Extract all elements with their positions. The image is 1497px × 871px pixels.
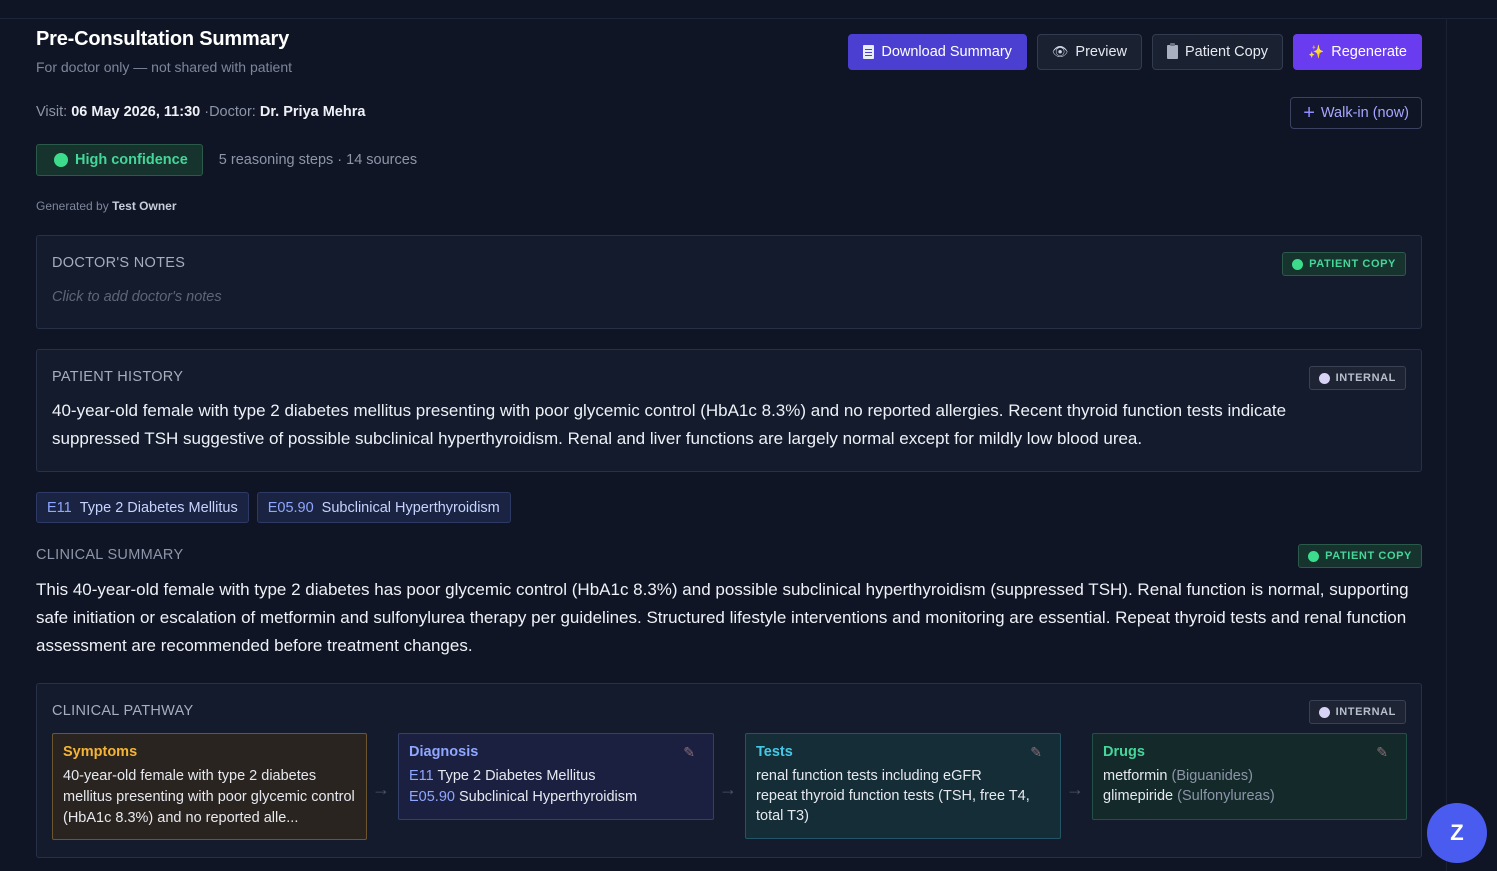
icd-name: Subclinical Hyperthyroidism <box>321 499 500 516</box>
drug-class: (Biguanides) <box>1171 768 1253 784</box>
page-title: Pre-Consultation Summary <box>36 28 290 50</box>
visit-label: Visit: <box>36 104 68 120</box>
diagnosis-code: E05.90 <box>409 789 455 805</box>
clipboard-icon <box>1167 43 1178 59</box>
test-item: renal function tests including eGFR <box>756 768 982 784</box>
patient-history-text: 40-year-old female with type 2 diabetes … <box>52 401 1287 448</box>
assistant-fab-label: Z <box>1450 820 1464 845</box>
drug-name: glimepiride <box>1103 788 1174 804</box>
assistant-fab-button[interactable]: Z <box>1427 803 1487 863</box>
generated-author: Test Owner <box>112 199 177 213</box>
preview-button[interactable]: 👁 Preview <box>1036 34 1142 70</box>
icd-name: Type 2 Diabetes Mellitus <box>79 499 238 516</box>
lavender-dot-icon <box>1318 706 1330 718</box>
pathway-drugs[interactable]: Drugs ✎ metformin (Biguanides) glimepiri… <box>1092 733 1407 820</box>
arrow-right-icon: → <box>719 779 737 799</box>
clinical-summary-heading: CLINICAL SUMMARY <box>36 547 184 563</box>
patient-history-heading: PATIENT HISTORY <box>52 369 184 385</box>
status-dot-icon <box>54 153 68 167</box>
page-subtitle: For doctor only — not shared with patien… <box>36 59 293 75</box>
header-actions: Download Summary 👁 Preview Patient Copy … <box>848 34 1422 70</box>
diagnosis-code: E11 <box>409 768 434 784</box>
icd-code: E11 <box>47 499 72 516</box>
diagnosis-code-chip[interactable]: E11 Type 2 Diabetes Mellitus <box>36 492 249 523</box>
clinical-summary-text: This 40-year-old female with type 2 diab… <box>36 580 1409 655</box>
internal-badge: INTERNAL <box>1308 366 1406 390</box>
drug-item: glimepiride (Sulfonylureas) <box>1103 786 1396 806</box>
diagnosis-codes: E11 Type 2 Diabetes Mellitus E05.90 Subc… <box>36 492 511 523</box>
doctors-notes-card[interactable]: DOCTOR'S NOTES PATIENT COPY Click to add… <box>36 235 1422 329</box>
lavender-dot-icon <box>1318 372 1330 384</box>
diagnosis-item: E05.90 Subclinical Hyperthyroidism <box>409 787 703 808</box>
edit-pencil-icon[interactable]: ✎ <box>683 744 695 761</box>
symptoms-text: 40-year-old female with type 2 diabetes … <box>63 768 355 826</box>
test-item: repeat thyroid function tests (TSH, free… <box>756 788 1030 824</box>
doctor-label: Doctor: <box>209 104 256 120</box>
page-header: Pre-Consultation Summary For doctor only… <box>36 28 1422 88</box>
diagnosis-name: Subclinical Hyperthyroidism <box>459 789 638 805</box>
walk-in-label: Walk-in (now) <box>1320 105 1409 121</box>
generated-by: Generated by Test Owner <box>36 199 177 213</box>
tests-title: Tests <box>756 744 793 760</box>
clinical-pathway-card: CLINICAL PATHWAY INTERNAL Symptoms 40-ye… <box>36 683 1422 858</box>
internal-badge: INTERNAL <box>1308 700 1406 724</box>
download-summary-label: Download Summary <box>881 44 1012 60</box>
diagnosis-item: E11 Type 2 Diabetes Mellitus <box>409 766 703 787</box>
diagnosis-name: Type 2 Diabetes Mellitus <box>437 768 596 784</box>
patient-copy-button[interactable]: Patient Copy <box>1152 34 1284 70</box>
pathway-tests[interactable]: Tests ✎ renal function tests including e… <box>745 733 1061 839</box>
confidence-label: High confidence <box>75 152 188 168</box>
plus-icon: + <box>1303 102 1315 124</box>
doctor-name: Dr. Priya Mehra <box>259 104 366 120</box>
diagnosis-title: Diagnosis <box>409 744 479 760</box>
confidence-row: High confidence 5 reasoning steps · 14 s… <box>36 144 417 176</box>
generated-label: Generated by <box>36 199 109 213</box>
arrow-right-icon: → <box>1066 779 1084 799</box>
symptoms-title: Symptoms <box>63 744 138 760</box>
pathway-symptoms[interactable]: Symptoms 40-year-old female with type 2 … <box>52 733 367 840</box>
visit-info: Visit: 06 May 2026, 11:30 ·Doctor: Dr. P… <box>36 104 365 120</box>
doctors-notes-placeholder[interactable]: Click to add doctor's notes <box>52 289 222 305</box>
patient-copy-badge-label: PATIENT COPY <box>1309 258 1396 270</box>
diagnosis-code-chip[interactable]: E05.90 Subclinical Hyperthyroidism <box>256 492 511 523</box>
confidence-badge: High confidence <box>36 144 203 176</box>
green-dot-icon <box>1308 550 1320 562</box>
right-rail-divider <box>1446 18 1447 871</box>
summary-panel: Pre-Consultation Summary For doctor only… <box>36 0 1422 871</box>
green-dot-icon <box>1292 258 1304 270</box>
document-icon <box>863 45 875 59</box>
internal-badge-label: INTERNAL <box>1335 706 1396 718</box>
arrow-right-icon: → <box>372 779 390 799</box>
drug-class: (Sulfonylureas) <box>1177 788 1275 804</box>
doctors-notes-heading: DOCTOR'S NOTES <box>52 255 186 271</box>
patient-copy-badge: PATIENT COPY <box>1298 544 1422 568</box>
edit-pencil-icon[interactable]: ✎ <box>1376 744 1388 761</box>
drug-item: metformin (Biguanides) <box>1103 766 1396 786</box>
visit-datetime: 06 May 2026, 11:30 <box>71 104 201 120</box>
icd-code: E05.90 <box>267 499 314 516</box>
preview-label: Preview <box>1075 44 1127 60</box>
patient-copy-badge: PATIENT COPY <box>1282 252 1406 276</box>
download-summary-button[interactable]: Download Summary <box>848 34 1027 70</box>
patient-copy-label: Patient Copy <box>1185 44 1269 60</box>
reasoning-meta: 5 reasoning steps · 14 sources <box>218 152 418 168</box>
sparkle-icon: ✨ <box>1308 44 1325 59</box>
walk-in-button[interactable]: + Walk-in (now) <box>1290 97 1422 129</box>
patient-copy-badge-label: PATIENT COPY <box>1325 550 1412 562</box>
eye-icon: 👁 <box>1051 44 1069 59</box>
internal-badge-label: INTERNAL <box>1335 372 1396 384</box>
regenerate-label: Regenerate <box>1331 44 1407 60</box>
drugs-title: Drugs <box>1103 744 1145 760</box>
drug-name: metformin <box>1103 768 1168 784</box>
pathway-diagnosis[interactable]: Diagnosis ✎ E11 Type 2 Diabetes Mellitus… <box>398 733 714 820</box>
regenerate-button[interactable]: ✨ Regenerate <box>1293 34 1422 70</box>
clinical-pathway-heading: CLINICAL PATHWAY <box>52 703 194 719</box>
patient-history-card: PATIENT HISTORY INTERNAL 40-year-old fem… <box>36 349 1422 472</box>
edit-pencil-icon[interactable]: ✎ <box>1030 744 1042 761</box>
